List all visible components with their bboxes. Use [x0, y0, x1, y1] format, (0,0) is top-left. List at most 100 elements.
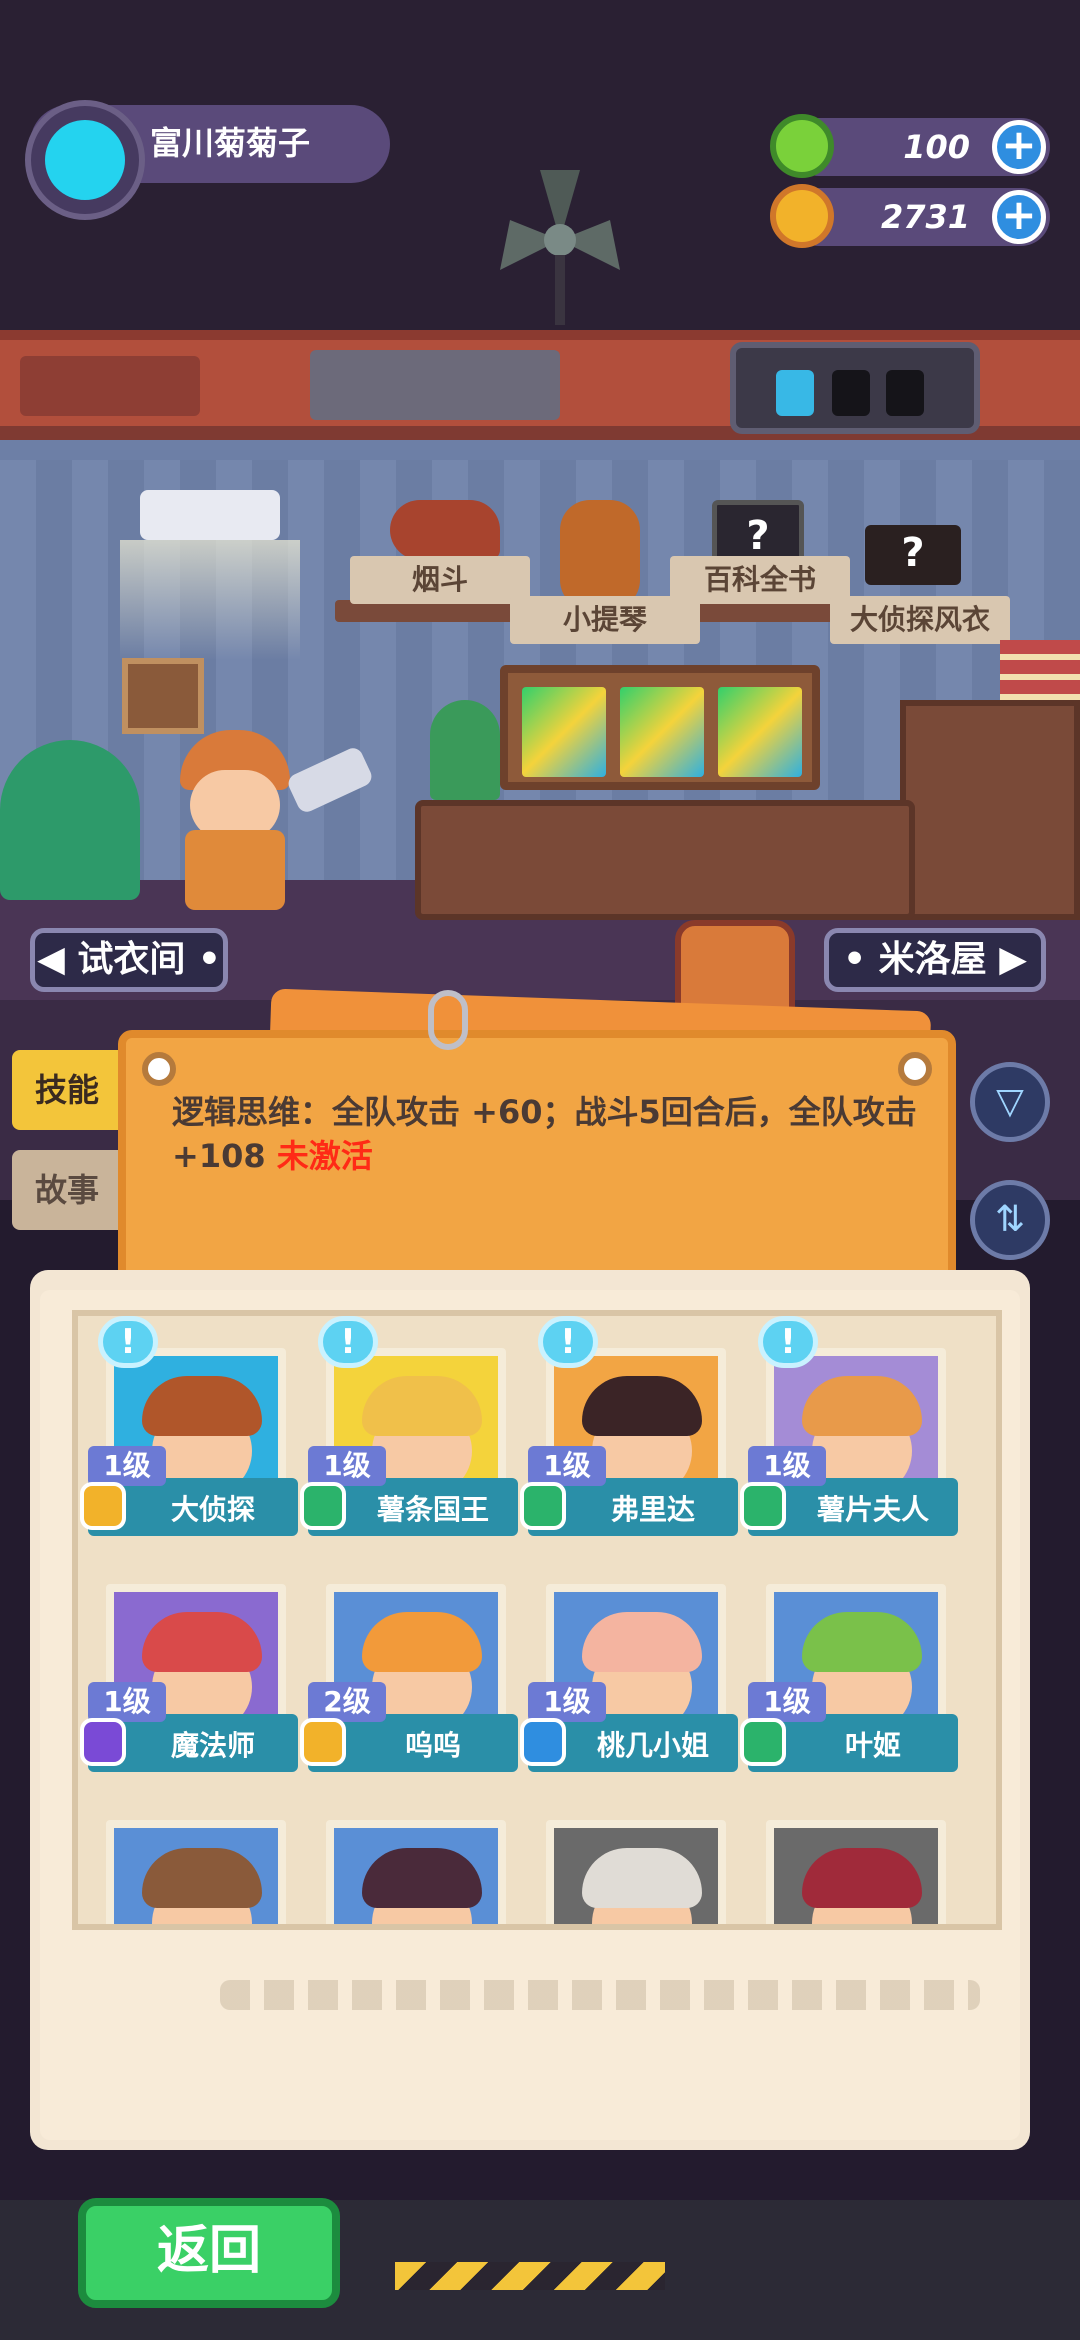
character-level: 1级 [748, 1446, 826, 1486]
character-card[interactable] [528, 1798, 738, 1924]
filter-button[interactable]: ▽ [970, 1062, 1050, 1142]
character-name: 薯条国王 [376, 1493, 489, 1526]
new-alert-icon: ! [758, 1316, 818, 1368]
new-alert-icon: ! [98, 1316, 158, 1368]
character-portrait [546, 1820, 726, 1924]
character-portrait [766, 1820, 946, 1924]
bookshelf [900, 700, 1080, 920]
add-gems-button[interactable]: + [992, 120, 1046, 174]
character-portrait [106, 1820, 286, 1924]
coin-counter: 2731 + [770, 184, 1050, 248]
item-label-pipe: 烟斗 [350, 556, 530, 604]
tab-story[interactable]: 故事 [12, 1150, 122, 1230]
character-hair [582, 1376, 702, 1436]
item-label-coat: 大侦探风衣 [830, 596, 1010, 644]
character-level: 1级 [528, 1682, 606, 1722]
character-hair [582, 1848, 702, 1908]
tab-skills[interactable]: 技能 [12, 1050, 122, 1130]
new-alert-icon: ! [318, 1316, 378, 1368]
skill-status: 未激活 [276, 1137, 373, 1175]
character-hair [802, 1848, 922, 1908]
skill-panel: 逻辑思维：全队攻击 +60；战斗5回合后，全队攻击 +108 未激活 [118, 1030, 956, 1300]
game-scene: 富川菊菊子 100 + 2731 + ? ? 烟斗 小提琴 百科全书 大侦探风衣… [0, 0, 1080, 2340]
picture-frame [122, 658, 204, 734]
coin-value: 2731 [880, 198, 970, 236]
character-hair [142, 1376, 262, 1436]
character-hair [362, 1848, 482, 1908]
card-display [500, 665, 820, 790]
hazard-stripe [395, 2262, 665, 2290]
empty-cell-icon [886, 370, 924, 416]
character-name: 魔法师 [170, 1729, 255, 1762]
violin-icon[interactable] [560, 500, 640, 610]
page-footer-text [220, 1980, 980, 2010]
empty-cell-icon [832, 370, 870, 416]
book-stack [1000, 640, 1080, 700]
character-name: 叶姬 [844, 1729, 901, 1762]
class-badge-icon [740, 1482, 786, 1530]
gem-value: 100 [903, 128, 970, 166]
character-card[interactable]: ! 薯片夫人 1级 [740, 1316, 958, 1546]
donut-gem-icon [770, 114, 834, 178]
item-label-encyclopedia: 百科全书 [670, 556, 850, 604]
character-card[interactable]: 叶姬 1级 [740, 1562, 958, 1782]
class-badge-icon [520, 1482, 566, 1530]
plant-small [430, 700, 500, 800]
character-hair [802, 1612, 922, 1672]
character-card[interactable]: 呜呜 2级 [300, 1562, 518, 1782]
character-level: 1级 [308, 1446, 386, 1486]
character-name: 弗里达 [610, 1493, 695, 1526]
class-badge-icon [300, 1718, 346, 1766]
fan-icon [500, 170, 620, 325]
character-name: 呜呜 [404, 1729, 461, 1762]
character-card[interactable] [308, 1798, 518, 1924]
player-name: 富川菊菊子 [150, 124, 311, 162]
locked-card [718, 687, 802, 777]
cabinet [415, 800, 915, 920]
pin-icon [898, 1052, 932, 1086]
character-card[interactable]: ! 薯条国王 1级 [300, 1316, 518, 1546]
gem-counter: 100 + [770, 114, 1050, 178]
character-card[interactable]: ! 大侦探 1级 [80, 1316, 298, 1546]
character-card[interactable] [88, 1798, 298, 1924]
planet-coin-icon [770, 184, 834, 248]
plant [0, 740, 140, 900]
fitting-room-button[interactable]: ◀ 试衣间 • [30, 928, 228, 992]
projector-light [120, 540, 300, 660]
character-grid: ! 大侦探 1级! 薯条国王 1级! 弗里达 1级! 薯片夫人 1级 魔法师 1级 呜呜 2级 桃几小姐 1… [72, 1310, 1002, 1930]
character-hair [362, 1376, 482, 1436]
character-card[interactable]: 魔法师 1级 [80, 1562, 298, 1782]
back-button[interactable]: 返回 [78, 2198, 340, 2308]
character-name: 大侦探 [170, 1493, 255, 1526]
avatar[interactable] [25, 100, 145, 220]
beam-panel [20, 356, 200, 416]
character-card[interactable]: 桃几小姐 1级 [520, 1562, 738, 1782]
character-level: 1级 [88, 1682, 166, 1722]
projector-icon [140, 490, 280, 540]
fitting-room-label: 试衣间 [77, 939, 186, 980]
vent-panel [310, 350, 560, 420]
sort-button[interactable]: ⇅ [970, 1180, 1050, 1260]
energy-box [730, 342, 980, 434]
detective-character[interactable] [160, 730, 310, 910]
character-card[interactable] [748, 1798, 958, 1924]
milo-house-label: 米洛屋 [878, 939, 987, 980]
class-badge-icon [80, 1482, 126, 1530]
class-badge-icon [740, 1718, 786, 1766]
locked-card [620, 687, 704, 777]
character-level: 1级 [528, 1446, 606, 1486]
character-hair [802, 1376, 922, 1436]
coat-unknown-icon[interactable]: ? [865, 525, 961, 585]
pipe-icon[interactable] [390, 500, 500, 560]
milo-house-button[interactable]: • 米洛屋 ▶ [824, 928, 1046, 992]
energy-cell-icon [776, 370, 814, 416]
character-level: 2级 [308, 1682, 386, 1722]
class-badge-icon [300, 1482, 346, 1530]
character-hair [582, 1612, 702, 1672]
character-hair [142, 1612, 262, 1672]
character-card[interactable]: ! 弗里达 1级 [520, 1316, 738, 1546]
add-coins-button[interactable]: + [992, 190, 1046, 244]
cat-face-icon [45, 120, 125, 200]
character-name: 薯片夫人 [816, 1493, 929, 1526]
new-alert-icon: ! [538, 1316, 598, 1368]
